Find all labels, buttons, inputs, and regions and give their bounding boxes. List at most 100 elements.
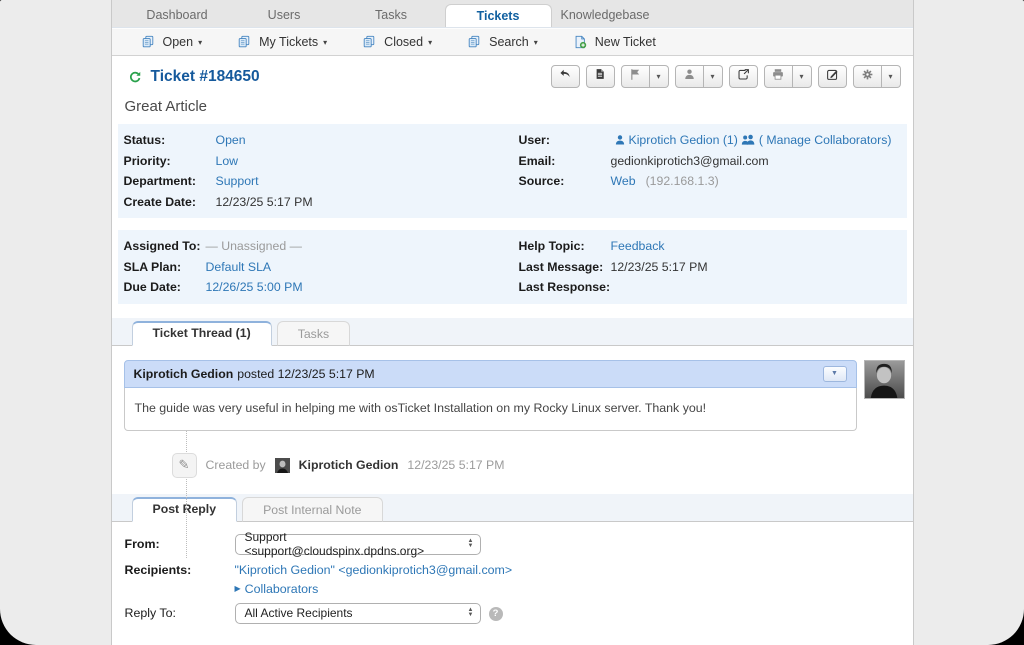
main-nav: Dashboard Users Tasks Tickets Knowledgeb… (112, 0, 913, 28)
help-topic-value[interactable]: Feedback (611, 236, 665, 257)
note-icon (594, 67, 606, 86)
event-author-avatar (275, 458, 290, 473)
tab-post-internal-note[interactable]: Post Internal Note (242, 497, 382, 522)
from-row: From: Support <support@cloudspinx.dpdns.… (125, 534, 900, 555)
tickets-toolbar: Open ▾ My Tickets ▾ Closed ▾ Search ▾ Ne… (112, 28, 913, 56)
assigned-to-value: — Unassigned — (206, 236, 302, 257)
toolbar-open-menu[interactable]: Open ▾ (138, 35, 203, 49)
create-date-label: Create Date: (124, 192, 216, 213)
triangle-right-icon: ▶ (235, 580, 241, 598)
share-icon (737, 68, 750, 86)
select-stepper-icon: ▲▼ (468, 539, 474, 548)
chevron-down-icon: ▾ (656, 72, 660, 81)
assign-button[interactable] (675, 65, 704, 88)
user-row: User: Kiprotich Gedion (1) ( Manage Coll… (519, 130, 901, 151)
source-value[interactable]: Web (611, 171, 636, 192)
recipients-row: Recipients: "Kiprotich Gedion" <gedionki… (125, 560, 900, 598)
flag-button[interactable] (621, 65, 650, 88)
edit-icon (826, 68, 839, 86)
flag-button-group: ▾ (621, 65, 669, 88)
recipients-block: "Kiprotich Gedion" <gedionkiprotich3@gma… (235, 560, 513, 598)
email-value: gedionkiprotich3@gmail.com (611, 151, 769, 172)
ticket-header: Ticket #184650 ▾ (112, 56, 913, 90)
ticket-actions: ▾ ▾ ▾ (551, 65, 901, 88)
status-value[interactable]: Open (216, 130, 246, 151)
ticket-title: Ticket #184650 (125, 68, 260, 86)
thread-timeline (186, 426, 187, 558)
from-label: From: (125, 534, 235, 551)
tickets-icon (362, 35, 376, 49)
user-name-link[interactable]: Kiprotich Gedion (1) (629, 130, 738, 151)
select-stepper-icon: ▲▼ (468, 608, 474, 617)
print-icon (771, 68, 785, 86)
manage-collaborators-link[interactable]: ( Manage Collaborators) (759, 130, 892, 151)
event-time: 12/23/25 5:17 PM (407, 458, 504, 472)
share-button[interactable] (729, 65, 758, 88)
chevron-down-icon: ▾ (198, 38, 202, 47)
tickets-icon (141, 35, 155, 49)
tab-tasks[interactable]: Tasks (277, 321, 350, 346)
edit-button[interactable] (818, 65, 847, 88)
sla-plan-row: SLA Plan: Default SLA (124, 257, 519, 278)
print-dropdown-button[interactable]: ▾ (793, 65, 812, 88)
due-date-row: Due Date: 12/26/25 5:00 PM (124, 277, 519, 298)
toolbar-closed-menu[interactable]: Closed ▾ (359, 35, 432, 49)
last-response-row: Last Response: (519, 277, 901, 298)
nav-tab-tasks[interactable]: Tasks (338, 4, 445, 27)
flag-dropdown-button[interactable]: ▾ (650, 65, 669, 88)
toolbar-search-label: Search (489, 35, 529, 49)
chevron-down-icon: ▾ (323, 38, 327, 47)
message-posted-time: posted 12/23/25 5:17 PM (237, 367, 374, 381)
collaborators-group-icon (741, 130, 756, 151)
thread-area: Kiprotich Gedion posted 12/23/25 5:17 PM… (112, 346, 913, 478)
info-left-column-2: Assigned To: — Unassigned — SLA Plan: De… (124, 236, 519, 298)
print-button-group: ▾ (764, 65, 812, 88)
tab-ticket-thread[interactable]: Ticket Thread (1) (132, 321, 272, 346)
nav-tab-knowledgebase[interactable]: Knowledgebase (552, 4, 659, 27)
recipients-value: "Kiprotich Gedion" <gedionkiprotich3@gma… (235, 560, 513, 580)
collaborators-label: Collaborators (245, 580, 319, 598)
settings-button[interactable] (853, 65, 882, 88)
toolbar-my-tickets-label: My Tickets (259, 35, 318, 49)
ticket-info-block-top: Status: Open Priority: Low Department: S… (118, 124, 907, 218)
settings-dropdown-button[interactable]: ▾ (882, 65, 901, 88)
sla-plan-value[interactable]: Default SLA (206, 257, 272, 278)
tab-post-reply[interactable]: Post Reply (132, 497, 238, 522)
from-select[interactable]: Support <support@cloudspinx.dpdns.org> ▲… (235, 534, 481, 555)
message-options-button[interactable]: ▼ (823, 366, 847, 382)
toolbar-new-ticket-label: New Ticket (595, 35, 656, 49)
refresh-icon[interactable] (128, 70, 142, 84)
last-message-row: Last Message: 12/23/25 5:17 PM (519, 257, 901, 278)
message-author: Kiprotich Gedion (134, 367, 234, 381)
department-value[interactable]: Support (216, 171, 259, 192)
create-date-row: Create Date: 12/23/25 5:17 PM (124, 192, 519, 213)
event-author-name: Kiprotich Gedion (299, 458, 399, 472)
settings-button-group: ▾ (853, 65, 901, 88)
toolbar-my-tickets-menu[interactable]: My Tickets ▾ (234, 35, 327, 49)
help-icon[interactable]: ? (489, 607, 503, 621)
toolbar-search-menu[interactable]: Search ▾ (464, 35, 538, 49)
info-right-column-2: Help Topic: Feedback Last Message: 12/23… (519, 236, 901, 298)
from-select-value: Support <support@cloudspinx.dpdns.org> (245, 530, 468, 558)
last-message-value: 12/23/25 5:17 PM (611, 257, 708, 278)
post-note-button[interactable] (586, 65, 615, 88)
message-body: The guide was very useful in helping me … (124, 388, 857, 431)
tickets-icon (237, 35, 251, 49)
email-row: Email: gedionkiprotich3@gmail.com (519, 151, 901, 172)
collaborators-toggle[interactable]: ▶ Collaborators (235, 580, 513, 598)
source-row: Source: Web (192.168.1.3) (519, 171, 901, 192)
assign-dropdown-button[interactable]: ▾ (704, 65, 723, 88)
toolbar-new-ticket-button[interactable]: New Ticket (570, 35, 656, 49)
reply-button[interactable] (551, 65, 580, 88)
nav-tab-users[interactable]: Users (231, 4, 338, 27)
last-response-label: Last Response: (519, 277, 611, 298)
nav-tab-dashboard[interactable]: Dashboard (124, 4, 231, 27)
print-button[interactable] (764, 65, 793, 88)
due-date-value[interactable]: 12/26/25 5:00 PM (206, 277, 303, 298)
last-message-label: Last Message: (519, 257, 611, 278)
ticket-number: Ticket #184650 (151, 68, 260, 86)
priority-value[interactable]: Low (216, 151, 239, 172)
reply-to-select-value: All Active Recipients (245, 606, 353, 620)
nav-tab-tickets[interactable]: Tickets (445, 4, 552, 27)
reply-to-select[interactable]: All Active Recipients ▲▼ (235, 603, 481, 624)
